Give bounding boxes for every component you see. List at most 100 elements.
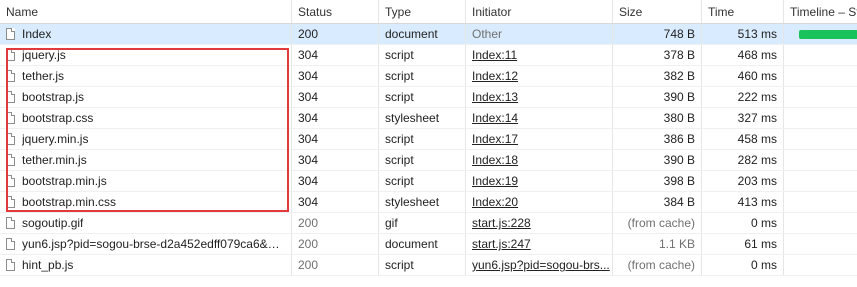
type-cell: script <box>378 171 465 191</box>
initiator-link[interactable]: Index:18 <box>472 153 518 167</box>
request-name-cell[interactable]: jquery.js <box>0 45 291 65</box>
size-cell: 390 B <box>612 150 701 170</box>
initiator-link[interactable]: yun6.jsp?pid=sogou-brs... <box>472 258 610 272</box>
column-header-type[interactable]: Type <box>378 0 465 23</box>
table-row[interactable]: bootstrap.js 304 script Index:13 390 B 222 ms <box>0 87 857 108</box>
time-cell: 458 ms <box>701 129 783 149</box>
initiator-cell[interactable]: Index:19 <box>465 171 612 191</box>
request-name-cell[interactable]: bootstrap.min.js <box>0 171 291 191</box>
request-name-cell[interactable]: hint_pb.js <box>0 255 291 275</box>
initiator-link[interactable]: Index:14 <box>472 111 518 125</box>
timeline-cell <box>783 234 857 254</box>
type-cell: script <box>378 129 465 149</box>
request-name-cell[interactable]: tether.js <box>0 66 291 86</box>
table-row[interactable]: sogoutip.gif 200 gif start.js:228 (from cach… <box>0 213 857 234</box>
table-row[interactable]: tether.js 304 script Index:12 382 B 460 ms <box>0 66 857 87</box>
status-cell: 200 <box>291 234 378 254</box>
timeline-cell <box>783 129 857 149</box>
type-cell: script <box>378 255 465 275</box>
column-header-name[interactable]: Name <box>0 0 291 23</box>
request-name-cell[interactable]: bootstrap.css <box>0 108 291 128</box>
status-cell: 200 <box>291 213 378 233</box>
request-name-cell[interactable]: bootstrap.js <box>0 87 291 107</box>
file-icon <box>6 91 15 103</box>
request-name: bootstrap.css <box>22 111 94 125</box>
network-table: Name Status Type Initiator Size Time Tim… <box>0 0 857 276</box>
timeline-cell <box>783 87 857 107</box>
timeline-cell <box>783 255 857 275</box>
initiator-cell[interactable]: Index:18 <box>465 150 612 170</box>
table-row[interactable]: bootstrap.min.css 304 stylesheet Index:20 38… <box>0 192 857 213</box>
request-name: jquery.js <box>22 48 66 62</box>
column-header-initiator[interactable]: Initiator <box>465 0 612 23</box>
initiator-cell[interactable]: Index:11 <box>465 45 612 65</box>
initiator-link[interactable]: Index:11 <box>472 48 517 62</box>
request-name-cell[interactable]: bootstrap.min.css <box>0 192 291 212</box>
file-icon <box>6 49 15 61</box>
request-name-cell[interactable]: jquery.min.js <box>0 129 291 149</box>
initiator-link[interactable]: Index:17 <box>472 132 518 146</box>
status-cell: 304 <box>291 129 378 149</box>
type-cell: script <box>378 87 465 107</box>
size-cell: 1.1 KB <box>612 234 701 254</box>
time-cell: 0 ms <box>701 255 783 275</box>
request-name-cell[interactable]: yun6.jsp?pid=sogou-brse-d2a452edff079ca6… <box>0 234 291 254</box>
file-icon <box>6 28 15 40</box>
table-row[interactable]: bootstrap.min.js 304 script Index:19 398 B 20… <box>0 171 857 192</box>
initiator-link[interactable]: Index:13 <box>472 90 518 104</box>
file-icon <box>6 259 15 271</box>
initiator-link[interactable]: start.js:247 <box>472 237 531 251</box>
initiator-cell[interactable]: Index:14 <box>465 108 612 128</box>
initiator-cell[interactable]: yun6.jsp?pid=sogou-brs... <box>465 255 612 275</box>
initiator-link[interactable]: Index:20 <box>472 195 518 209</box>
status-cell: 304 <box>291 45 378 65</box>
table-row[interactable]: hint_pb.js 200 script yun6.jsp?pid=sogou-br… <box>0 255 857 276</box>
table-row[interactable]: jquery.min.js 304 script Index:17 386 B 458 m… <box>0 129 857 150</box>
initiator-cell: Other <box>465 24 612 44</box>
request-name: bootstrap.min.css <box>22 195 117 209</box>
initiator-cell[interactable]: Index:20 <box>465 192 612 212</box>
size-cell: 378 B <box>612 45 701 65</box>
size-cell: 382 B <box>612 66 701 86</box>
size-cell: (from cache) <box>612 213 701 233</box>
timeline-cell <box>783 171 857 191</box>
initiator-link[interactable]: start.js:228 <box>472 216 531 230</box>
initiator-link[interactable]: Index:19 <box>472 174 518 188</box>
time-cell: 203 ms <box>701 171 783 191</box>
size-cell: 386 B <box>612 129 701 149</box>
request-name: tether.js <box>22 69 65 83</box>
table-row[interactable]: yun6.jsp?pid=sogou-brse-d2a452edff079ca6… <box>0 234 857 255</box>
timeline-cell <box>783 45 857 65</box>
column-header-timeline[interactable]: Timeline – Sta <box>783 0 857 23</box>
initiator-cell[interactable]: Index:13 <box>465 87 612 107</box>
column-header-time[interactable]: Time <box>701 0 783 23</box>
initiator-text: Other <box>472 27 503 41</box>
table-row[interactable]: tether.min.js 304 script Index:18 390 B 282 m… <box>0 150 857 171</box>
request-name-cell[interactable]: Index <box>0 24 291 44</box>
request-name-cell[interactable]: tether.min.js <box>0 150 291 170</box>
table-row[interactable]: bootstrap.css 304 stylesheet Index:14 380 B3… <box>0 108 857 129</box>
table-row[interactable]: jquery.js 304 script Index:11 378 B 468 ms <box>0 45 857 66</box>
column-header-size[interactable]: Size <box>612 0 701 23</box>
initiator-cell[interactable]: Index:12 <box>465 66 612 86</box>
timeline-cell <box>783 24 857 44</box>
initiator-link[interactable]: Index:12 <box>472 69 518 83</box>
request-name: Index <box>22 27 52 41</box>
file-icon <box>6 112 15 124</box>
file-icon <box>6 196 15 208</box>
initiator-cell[interactable]: start.js:228 <box>465 213 612 233</box>
timeline-cell <box>783 213 857 233</box>
type-cell: stylesheet <box>378 192 465 212</box>
initiator-cell[interactable]: start.js:247 <box>465 234 612 254</box>
status-cell: 304 <box>291 150 378 170</box>
initiator-cell[interactable]: Index:17 <box>465 129 612 149</box>
table-row[interactable]: Index 200 document Other 748 B 513 ms <box>0 24 857 45</box>
request-name-cell[interactable]: sogoutip.gif <box>0 213 291 233</box>
timeline-cell <box>783 192 857 212</box>
file-icon <box>6 217 15 229</box>
type-cell: stylesheet <box>378 108 465 128</box>
table-body: Index 200 document Other 748 B 513 ms jquery.j… <box>0 24 857 276</box>
file-icon <box>6 238 15 250</box>
column-header-status[interactable]: Status <box>291 0 378 23</box>
time-cell: 222 ms <box>701 87 783 107</box>
